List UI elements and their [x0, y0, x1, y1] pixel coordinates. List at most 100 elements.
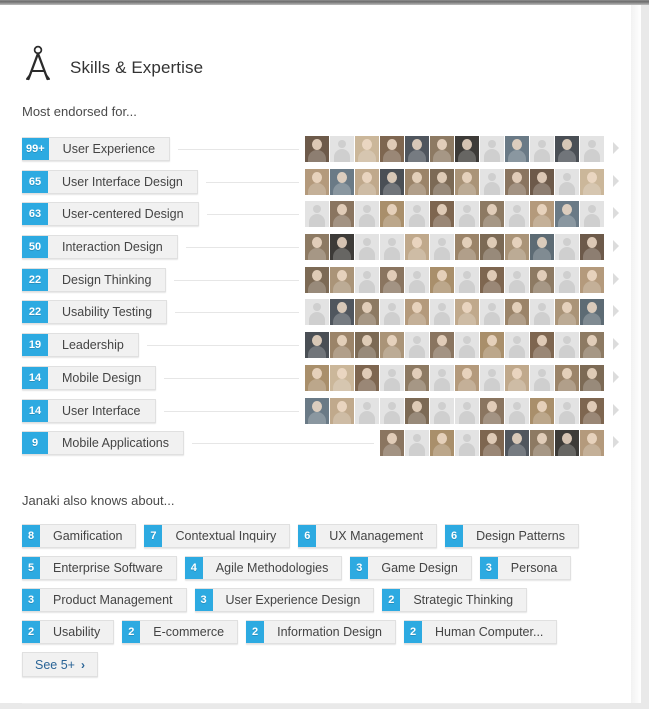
endorser-avatar[interactable] [480, 332, 504, 359]
endorser-avatar-placeholder[interactable] [355, 234, 379, 261]
endorser-avatar[interactable] [555, 299, 579, 326]
endorser-avatar-placeholder[interactable] [380, 299, 404, 326]
endorser-avatar[interactable] [480, 266, 504, 293]
endorser-avatar[interactable] [455, 168, 479, 195]
endorser-avatar-placeholder[interactable] [480, 136, 504, 162]
endorser-avatar[interactable] [405, 299, 429, 326]
endorser-avatar[interactable] [530, 266, 554, 293]
endorser-avatar[interactable] [405, 397, 429, 424]
endorser-avatar[interactable] [330, 364, 354, 391]
endorser-avatar-placeholder[interactable] [480, 168, 504, 195]
endorser-avatar[interactable] [580, 266, 604, 293]
endorser-avatar[interactable] [330, 168, 354, 195]
endorser-avatar[interactable] [405, 136, 429, 162]
skill-tag[interactable]: 8 Gamification [22, 524, 137, 548]
endorser-avatar[interactable] [480, 430, 504, 457]
endorser-avatar[interactable] [580, 430, 604, 457]
endorser-avatar[interactable] [530, 168, 554, 195]
endorser-avatar[interactable] [455, 364, 479, 391]
endorser-avatar-placeholder[interactable] [380, 234, 404, 261]
skill-tag[interactable]: 6 Design Patterns [445, 524, 579, 548]
endorser-avatar[interactable] [580, 332, 604, 359]
skill-tag[interactable]: 7 Contextual Inquiry [144, 524, 291, 548]
endorser-avatar[interactable] [580, 168, 604, 195]
chevron-right-icon[interactable] [612, 337, 620, 351]
endorser-avatar-placeholder[interactable] [355, 201, 379, 228]
endorser-avatar[interactable] [305, 332, 329, 359]
endorser-avatar-placeholder[interactable] [580, 136, 604, 162]
skill-pill[interactable]: 22 Usability Testing [22, 300, 168, 325]
skill-pill[interactable]: 19 Leadership [22, 333, 139, 358]
endorser-avatar[interactable] [480, 234, 504, 261]
endorser-avatar-placeholder[interactable] [430, 364, 454, 391]
endorser-avatar-placeholder[interactable] [430, 299, 454, 326]
endorser-avatar[interactable] [480, 397, 504, 424]
skill-tag[interactable]: 3 Persona [479, 556, 572, 580]
endorser-avatar[interactable] [580, 299, 604, 326]
endorser-avatar-placeholder[interactable] [430, 234, 454, 261]
endorser-avatar[interactable] [530, 397, 554, 424]
chevron-right-icon[interactable] [612, 239, 620, 253]
endorser-avatar-placeholder[interactable] [505, 266, 529, 293]
endorser-avatar[interactable] [305, 168, 329, 195]
skill-tag[interactable]: 3 Product Management [22, 588, 187, 612]
endorser-avatar-placeholder[interactable] [480, 299, 504, 326]
endorser-avatar[interactable] [330, 266, 354, 293]
endorser-avatar[interactable] [355, 168, 379, 195]
endorser-avatar[interactable] [505, 234, 529, 261]
endorser-avatar-placeholder[interactable] [405, 266, 429, 293]
endorser-avatar[interactable] [380, 332, 404, 359]
endorser-avatar-placeholder[interactable] [555, 397, 579, 424]
endorser-avatar[interactable] [380, 201, 404, 228]
endorser-avatar-placeholder[interactable] [355, 266, 379, 293]
endorser-avatar[interactable] [305, 136, 329, 162]
endorser-avatar[interactable] [555, 136, 579, 162]
endorser-avatar[interactable] [530, 234, 554, 261]
endorser-avatar-placeholder[interactable] [555, 234, 579, 261]
skill-tag[interactable]: 3 Game Design [350, 556, 472, 580]
skill-pill[interactable]: 14 User Interface [22, 398, 156, 423]
endorser-avatar[interactable] [305, 364, 329, 391]
endorser-avatar[interactable] [330, 201, 354, 228]
endorser-avatar[interactable] [330, 332, 354, 359]
chevron-right-icon[interactable] [612, 141, 620, 155]
endorser-avatar[interactable] [330, 234, 354, 261]
endorser-avatar[interactable] [355, 364, 379, 391]
endorser-avatar-placeholder[interactable] [480, 364, 504, 391]
endorser-avatar[interactable] [505, 364, 529, 391]
endorser-avatar[interactable] [355, 299, 379, 326]
endorser-avatar[interactable] [380, 266, 404, 293]
endorser-avatar[interactable] [405, 234, 429, 261]
skill-tag[interactable]: 2 E-commerce [122, 620, 239, 644]
endorser-avatar[interactable] [330, 397, 354, 424]
chevron-right-icon[interactable] [612, 206, 620, 220]
endorser-avatar-placeholder[interactable] [455, 430, 479, 457]
skill-pill[interactable]: 22 Design Thinking [22, 267, 167, 292]
endorser-avatar-placeholder[interactable] [405, 201, 429, 228]
endorser-avatar-placeholder[interactable] [455, 397, 479, 424]
skill-tag[interactable]: 2 Human Computer... [404, 620, 558, 644]
endorser-avatar[interactable] [380, 168, 404, 195]
skill-pill[interactable]: 50 Interaction Design [22, 235, 178, 260]
endorser-avatar-placeholder[interactable] [505, 332, 529, 359]
endorser-avatar[interactable] [380, 430, 404, 457]
endorser-avatar[interactable] [330, 299, 354, 326]
endorser-avatar[interactable] [580, 397, 604, 424]
endorser-avatar[interactable] [555, 201, 579, 228]
skill-tag[interactable]: 2 Strategic Thinking [382, 588, 528, 612]
skill-tag[interactable]: 6 UX Management [298, 524, 438, 548]
skill-tag[interactable]: 4 Agile Methodologies [184, 556, 343, 580]
endorser-avatar[interactable] [405, 168, 429, 195]
endorser-avatar[interactable] [430, 136, 454, 162]
endorser-avatar-placeholder[interactable] [530, 136, 554, 162]
endorser-avatar[interactable] [455, 299, 479, 326]
endorser-avatar-placeholder[interactable] [405, 332, 429, 359]
chevron-right-icon[interactable] [612, 370, 620, 384]
endorser-avatar[interactable] [355, 136, 379, 162]
endorser-avatar-placeholder[interactable] [530, 364, 554, 391]
skill-pill[interactable]: 99+ User Experience [22, 137, 171, 161]
endorser-avatar-placeholder[interactable] [555, 266, 579, 293]
skill-tag[interactable]: 5 Enterprise Software [22, 556, 177, 580]
endorser-avatar[interactable] [530, 430, 554, 457]
chevron-right-icon[interactable] [612, 304, 620, 318]
